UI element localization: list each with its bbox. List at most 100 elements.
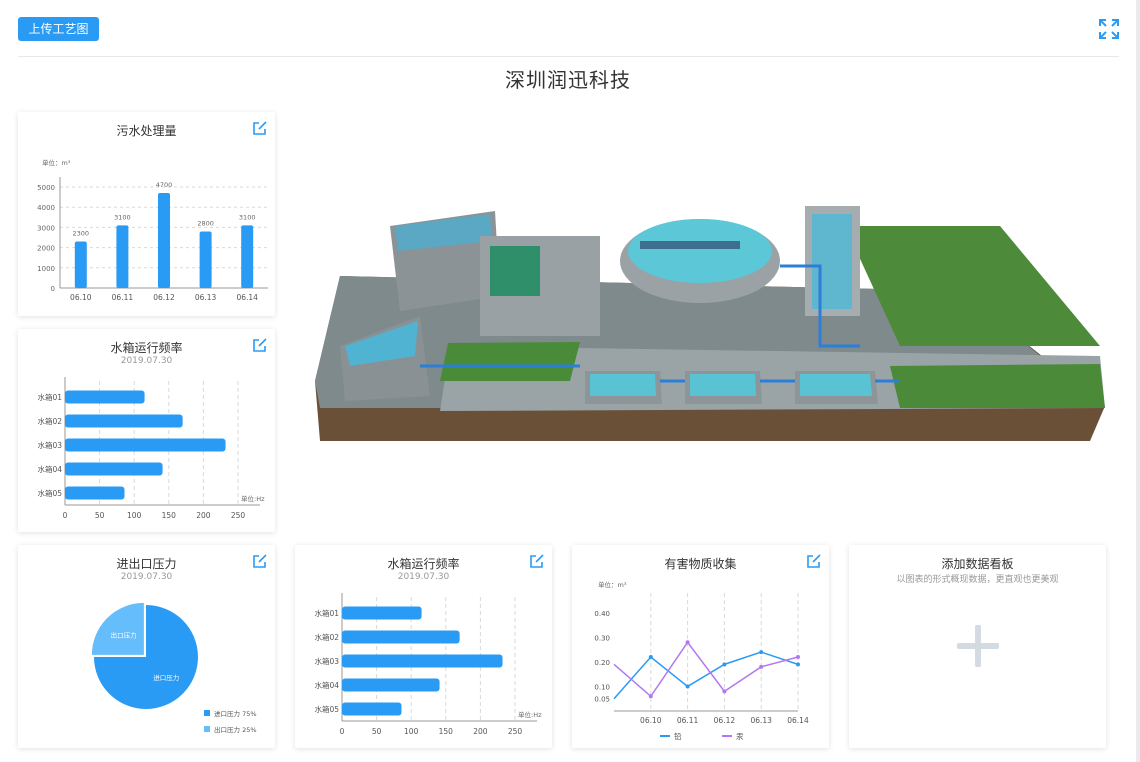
x-tick-label: 06.10	[70, 293, 92, 302]
y-tick-label: 水箱04	[314, 680, 339, 690]
series-line	[613, 640, 799, 698]
data-point	[648, 655, 653, 659]
y-tick-label: 水箱05	[314, 704, 339, 714]
bar	[342, 678, 440, 692]
top-bar: 上传工艺图	[0, 0, 1140, 57]
y-tick-label: 水箱01	[314, 608, 339, 618]
x-tick-label: 150	[162, 511, 177, 520]
bar-value-label: 4700	[156, 181, 173, 189]
fullscreen-icon[interactable]	[1098, 18, 1120, 40]
bar	[65, 462, 163, 476]
bar	[116, 225, 129, 288]
bar	[199, 231, 212, 288]
bar-value-label: 3100	[239, 213, 256, 221]
bar	[65, 486, 125, 500]
tank-frequency-bar-chart: 0 50 100 150 200 250 单位:Hz 水箱01 水箱02 水箱03 水箱04 水箱05	[314, 593, 542, 736]
add-data-board-card[interactable]: 添加数据看板 以图表的形式概现数据，更直观也更美观	[849, 545, 1106, 748]
data-point	[685, 640, 690, 645]
x-tick-label: 200	[473, 727, 488, 736]
y-tick-label: 水箱01	[37, 392, 62, 402]
card-subtitle: 以图表的形式概现数据，更直观也更美观	[896, 575, 1059, 585]
data-point	[796, 655, 800, 659]
x-axis-unit: 单位:Hz	[518, 710, 542, 719]
bar	[342, 630, 460, 644]
bar	[342, 654, 503, 668]
sewage-bar-chart: 单位：m³ 0 1000 2000 3000 4000 5000 2300 06.10 3100 0…	[37, 158, 268, 302]
x-tick-label: 0	[63, 511, 68, 520]
bar-value-label: 3100	[114, 213, 131, 221]
data-point	[722, 689, 727, 694]
pie-slice-label: 出口压力	[111, 631, 137, 640]
card-title: 添加数据看板	[941, 557, 1014, 571]
inlet-outlet-pressure-card: 进出口压力 2019.07.30 进口压力 进口压力 75% 出口压力 出口压力 25…	[18, 545, 275, 748]
legend-label: 汞	[736, 732, 744, 741]
legend-swatch	[204, 710, 210, 716]
x-tick-label: 06.14	[787, 716, 809, 725]
y-axis-unit: 单位：m³	[598, 580, 627, 589]
pressure-pie-chart: 进口压力进口压力 75% 出口压力出口压力 25%	[91, 602, 257, 734]
data-point	[759, 650, 764, 655]
pie-slice	[91, 602, 144, 655]
bar	[65, 390, 145, 404]
bar	[158, 193, 170, 288]
bar-value-label: 2800	[197, 219, 214, 227]
y-tick-label: 水箱05	[37, 488, 62, 498]
sewage-volume-card: 污水处理量 单位：m³ 0 1000 2000 3000 4000 5000 2300 06.1…	[18, 112, 275, 316]
x-tick-label: 250	[508, 727, 523, 736]
x-tick-label: 200	[196, 511, 211, 520]
data-point	[796, 662, 800, 667]
y-tick-label: 4000	[37, 204, 55, 212]
y-tick-label: 2000	[37, 245, 55, 253]
x-tick-label: 06.12	[714, 716, 736, 725]
hazardous-line-chart: 单位：m³ 0.05 0.10 0.20 0.30 0.40 06.10 06.11 06.12…	[594, 580, 809, 741]
y-tick-label: 水箱02	[314, 632, 339, 642]
y-tick-label: 1000	[37, 265, 55, 273]
x-tick-label: 06.11	[112, 293, 134, 302]
x-tick-label: 06.11	[677, 716, 699, 725]
data-point	[759, 664, 764, 669]
bar	[65, 438, 226, 452]
y-tick-label: 水箱03	[37, 440, 62, 450]
x-tick-label: 06.14	[236, 293, 258, 302]
x-tick-label: 06.10	[640, 716, 662, 725]
y-tick-label: 0.20	[594, 659, 610, 667]
tank-frequency-card-left: 水箱运行频率 2019.07.30 0 50 100 150 200 250 单位:Hz 水箱…	[18, 329, 275, 532]
y-tick-label: 0.40	[594, 610, 610, 618]
bar	[74, 241, 87, 288]
data-point	[722, 662, 727, 667]
tank-frequency-card-middle: 水箱运行频率 2019.07.30 0 50 100 150 200 250 单位:Hz 水箱…	[295, 545, 552, 748]
x-tick-label: 50	[372, 727, 382, 736]
x-tick-label: 06.13	[750, 716, 772, 725]
x-tick-label: 50	[95, 511, 105, 520]
y-axis-unit: 单位：m³	[42, 158, 71, 167]
y-tick-label: 水箱02	[37, 416, 62, 426]
y-tick-label: 5000	[37, 184, 55, 192]
data-point	[648, 694, 653, 699]
x-tick-label: 150	[439, 727, 454, 736]
x-tick-label: 0	[340, 727, 345, 736]
upload-process-diagram-button[interactable]: 上传工艺图	[18, 17, 99, 41]
y-tick-label: 0.30	[594, 634, 610, 642]
bar-value-label: 2300	[73, 230, 90, 238]
y-tick-label: 0.05	[594, 696, 610, 704]
bar	[241, 225, 254, 288]
x-tick-label: 06.13	[195, 293, 217, 302]
hazardous-substance-card: 有害物质收集 单位：m³ 0.05 0.10 0.20 0.30 0.40 06.10 06.…	[572, 545, 829, 748]
y-tick-label: 水箱04	[37, 464, 62, 474]
pie-slice-label: 进口压力	[153, 673, 179, 682]
legend-label: 铅	[674, 731, 682, 741]
scrollbar-track[interactable]	[1136, 0, 1140, 762]
series-line	[613, 651, 799, 700]
y-tick-label: 水箱03	[314, 656, 339, 666]
bar	[65, 414, 183, 428]
y-tick-label: 3000	[37, 224, 55, 232]
header-divider	[18, 56, 1119, 57]
y-tick-label: 0	[51, 285, 55, 293]
tank-frequency-bar-chart: 0 50 100 150 200 250 单位:Hz 水箱01 水箱02 水箱03 水箱04 水箱05	[37, 377, 265, 520]
x-axis-unit: 单位:Hz	[241, 494, 265, 503]
water-treatment-plant-illustration	[315, 206, 1105, 441]
plus-icon[interactable]	[957, 625, 999, 667]
y-tick-label: 0.10	[594, 683, 610, 691]
x-tick-label: 250	[231, 511, 246, 520]
legend-label: 出口压力 25%	[214, 725, 257, 734]
